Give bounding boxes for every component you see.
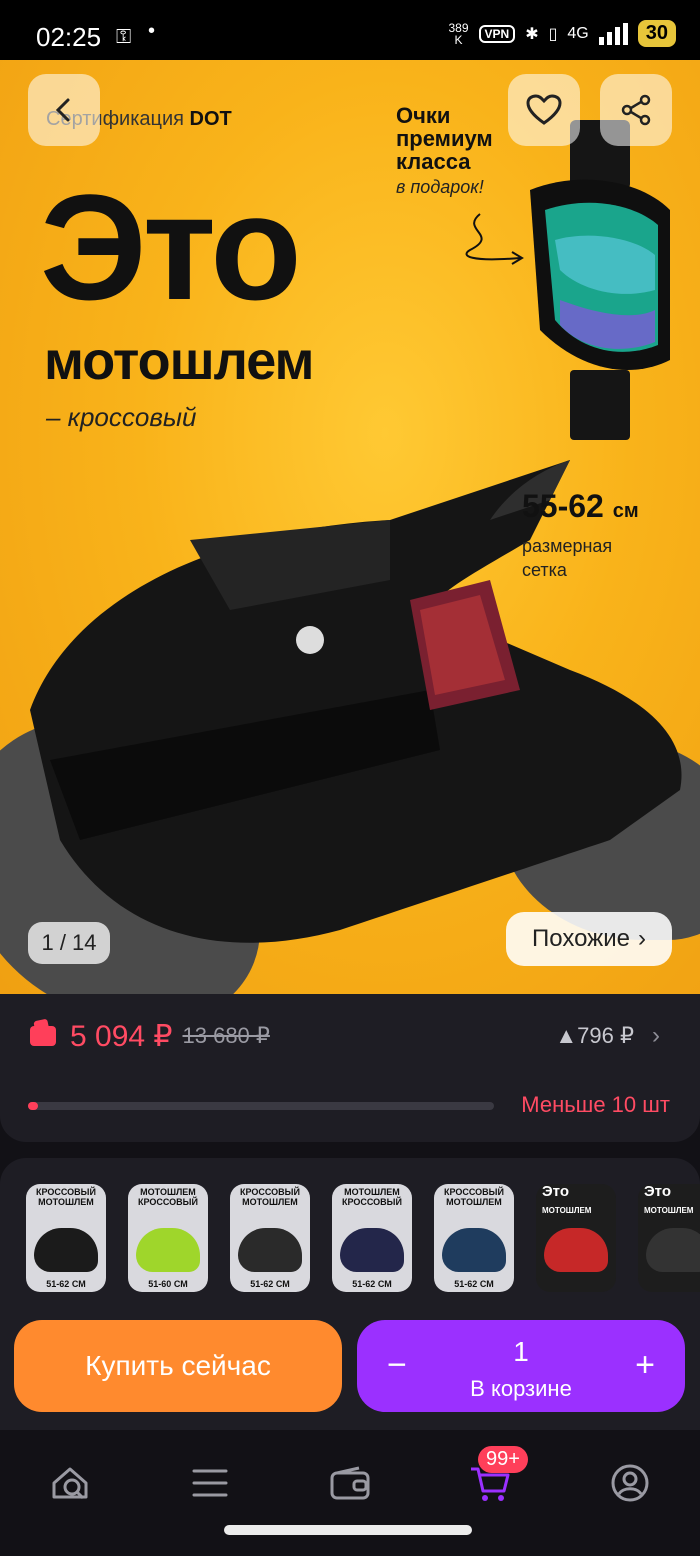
product-image-carousel[interactable]: Сертификация DOT Это мотошлем – кроссовы… bbox=[0, 60, 700, 994]
share-icon bbox=[621, 94, 651, 126]
variant-helmet-image bbox=[442, 1228, 506, 1272]
variant-title: КРОССОВЫЙ МОТОШЛЕМ bbox=[240, 1187, 300, 1207]
signal-icon bbox=[598, 22, 628, 45]
variant-helmet-image bbox=[136, 1228, 200, 1272]
home-search-icon bbox=[52, 1467, 88, 1500]
variant-title: Это bbox=[542, 1184, 569, 1200]
variant-size: 51-62 СМ bbox=[46, 1279, 86, 1289]
variant-helmet-image bbox=[238, 1228, 302, 1272]
menu-icon bbox=[192, 1469, 228, 1497]
stock-label: Меньше 10 шт bbox=[521, 1092, 670, 1117]
variant-helmet-image bbox=[34, 1228, 98, 1272]
wallet-icon bbox=[330, 1466, 370, 1500]
price-card: 5 094 ₽ 13 680 ₽ ▲796 ₽ › Меньше 10 шт bbox=[0, 994, 700, 1142]
cart-stepper: − 1 В корзине + bbox=[357, 1320, 685, 1412]
variant-thumbnail[interactable]: КРОССОВЫЙ МОТОШЛЕМ 51-62 СМ bbox=[230, 1184, 310, 1292]
back-button[interactable] bbox=[28, 74, 100, 146]
variant-size: МОТОШЛЕМ bbox=[542, 1206, 592, 1215]
increase-quantity-button[interactable]: + bbox=[635, 1346, 655, 1385]
headline-big: Это bbox=[40, 163, 302, 331]
battery-indicator: 30 bbox=[637, 20, 676, 47]
vpn-badge: VPN bbox=[478, 24, 516, 43]
chevron-left-icon bbox=[55, 98, 70, 122]
variant-size: 51-62 СМ bbox=[250, 1279, 290, 1289]
chevron-right-icon: › bbox=[637, 925, 646, 952]
variant-thumbnail[interactable]: КРОССОВЫЙ МОТОШЛЕМ 51-62 СМ bbox=[26, 1184, 106, 1292]
share-button[interactable] bbox=[600, 74, 672, 146]
chevron-right-icon: › bbox=[652, 1022, 660, 1049]
profile-icon bbox=[611, 1464, 649, 1502]
variant-helmet-image bbox=[646, 1228, 700, 1272]
nav-home[interactable] bbox=[45, 1458, 95, 1508]
favorite-button[interactable] bbox=[508, 74, 580, 146]
variant-size: 51-62 СМ bbox=[352, 1279, 392, 1289]
stock-progress-bar bbox=[28, 1102, 494, 1110]
status-time: 02:25 bbox=[36, 22, 102, 52]
headline-sub: мотошлем bbox=[44, 331, 314, 391]
wallet-icon bbox=[30, 1026, 56, 1046]
size-label: размерная сетка bbox=[522, 536, 613, 580]
nav-profile[interactable] bbox=[605, 1458, 655, 1508]
size-range: 55-62 см bbox=[522, 488, 639, 524]
home-indicator[interactable] bbox=[224, 1525, 472, 1535]
network-type: 4G bbox=[567, 24, 589, 42]
variant-title: КРОССОВЫЙ МОТОШЛЕМ bbox=[36, 1187, 96, 1207]
buy-now-button[interactable]: Купить сейчас bbox=[14, 1320, 342, 1412]
variant-title: КРОССОВЫЙ МОТОШЛЕМ bbox=[444, 1187, 504, 1207]
variant-thumbnail[interactable]: КРОССОВЫЙ МОТОШЛЕМ 51-62 СМ bbox=[434, 1184, 514, 1292]
heart-icon bbox=[526, 94, 562, 125]
variant-title: Это bbox=[644, 1184, 671, 1200]
similar-button[interactable]: Похожие › bbox=[506, 912, 672, 966]
variant-size: 51-60 СМ bbox=[148, 1279, 188, 1289]
variant-size: 51-62 СМ bbox=[454, 1279, 494, 1289]
variant-size: МОТОШЛЕМ bbox=[644, 1206, 694, 1215]
variant-title: МОТОШЛЕМ КРОССОВЫЙ bbox=[342, 1187, 402, 1207]
variant-helmet-image bbox=[544, 1228, 608, 1272]
variant-thumbnail[interactable]: Это МОТОШЛЕМ bbox=[536, 1184, 616, 1292]
cart-badge: 99+ bbox=[478, 1446, 528, 1473]
current-price: 5 094 ₽ bbox=[70, 1019, 173, 1053]
bluetooth-icon: ✱ bbox=[525, 25, 539, 43]
key-icon: ⚿ bbox=[116, 26, 132, 48]
nav-wallet[interactable] bbox=[325, 1458, 375, 1508]
variant-title: МОТОШЛЕМ КРОССОВЫЙ bbox=[138, 1187, 198, 1207]
price-row[interactable]: 5 094 ₽ 13 680 ₽ ▲796 ₽ › bbox=[30, 1014, 660, 1058]
variant-thumbnail[interactable]: МОТОШЛЕМ КРОССОВЫЙ 51-62 СМ bbox=[332, 1184, 412, 1292]
variant-helmet-image bbox=[340, 1228, 404, 1272]
price-change: ▲796 ₽ bbox=[555, 1023, 634, 1048]
goggles-image bbox=[530, 120, 670, 440]
goggles-promo-subtitle: в подарок! bbox=[396, 177, 484, 197]
variant-thumbnail[interactable]: Это МОТОШЛЕМ bbox=[638, 1184, 700, 1292]
arrow-decoration-icon bbox=[465, 213, 524, 265]
goggles-promo-title: Очки премиум класса bbox=[396, 103, 493, 174]
network-speed: 389 K bbox=[448, 20, 469, 47]
image-counter: 1 / 14 bbox=[28, 922, 110, 964]
variant-thumbnail[interactable]: МОТОШЛЕМ КРОССОВЫЙ 51-60 СМ bbox=[128, 1184, 208, 1292]
vibrate-icon: ▯ bbox=[548, 25, 558, 43]
similar-label: Похожие bbox=[532, 925, 630, 952]
nav-catalog[interactable] bbox=[185, 1458, 235, 1508]
variant-thumbnails: КРОССОВЫЙ МОТОШЛЕМ 51-62 СМ МОТОШЛЕМ КРОСС… bbox=[26, 1184, 700, 1292]
headline-type: – кроссовый bbox=[46, 402, 197, 432]
stock-progress-fill bbox=[28, 1102, 38, 1110]
bottom-navigation: 99+ bbox=[0, 1430, 700, 1556]
notification-dot-icon: • bbox=[148, 20, 156, 42]
old-price: 13 680 ₽ bbox=[182, 1023, 270, 1048]
